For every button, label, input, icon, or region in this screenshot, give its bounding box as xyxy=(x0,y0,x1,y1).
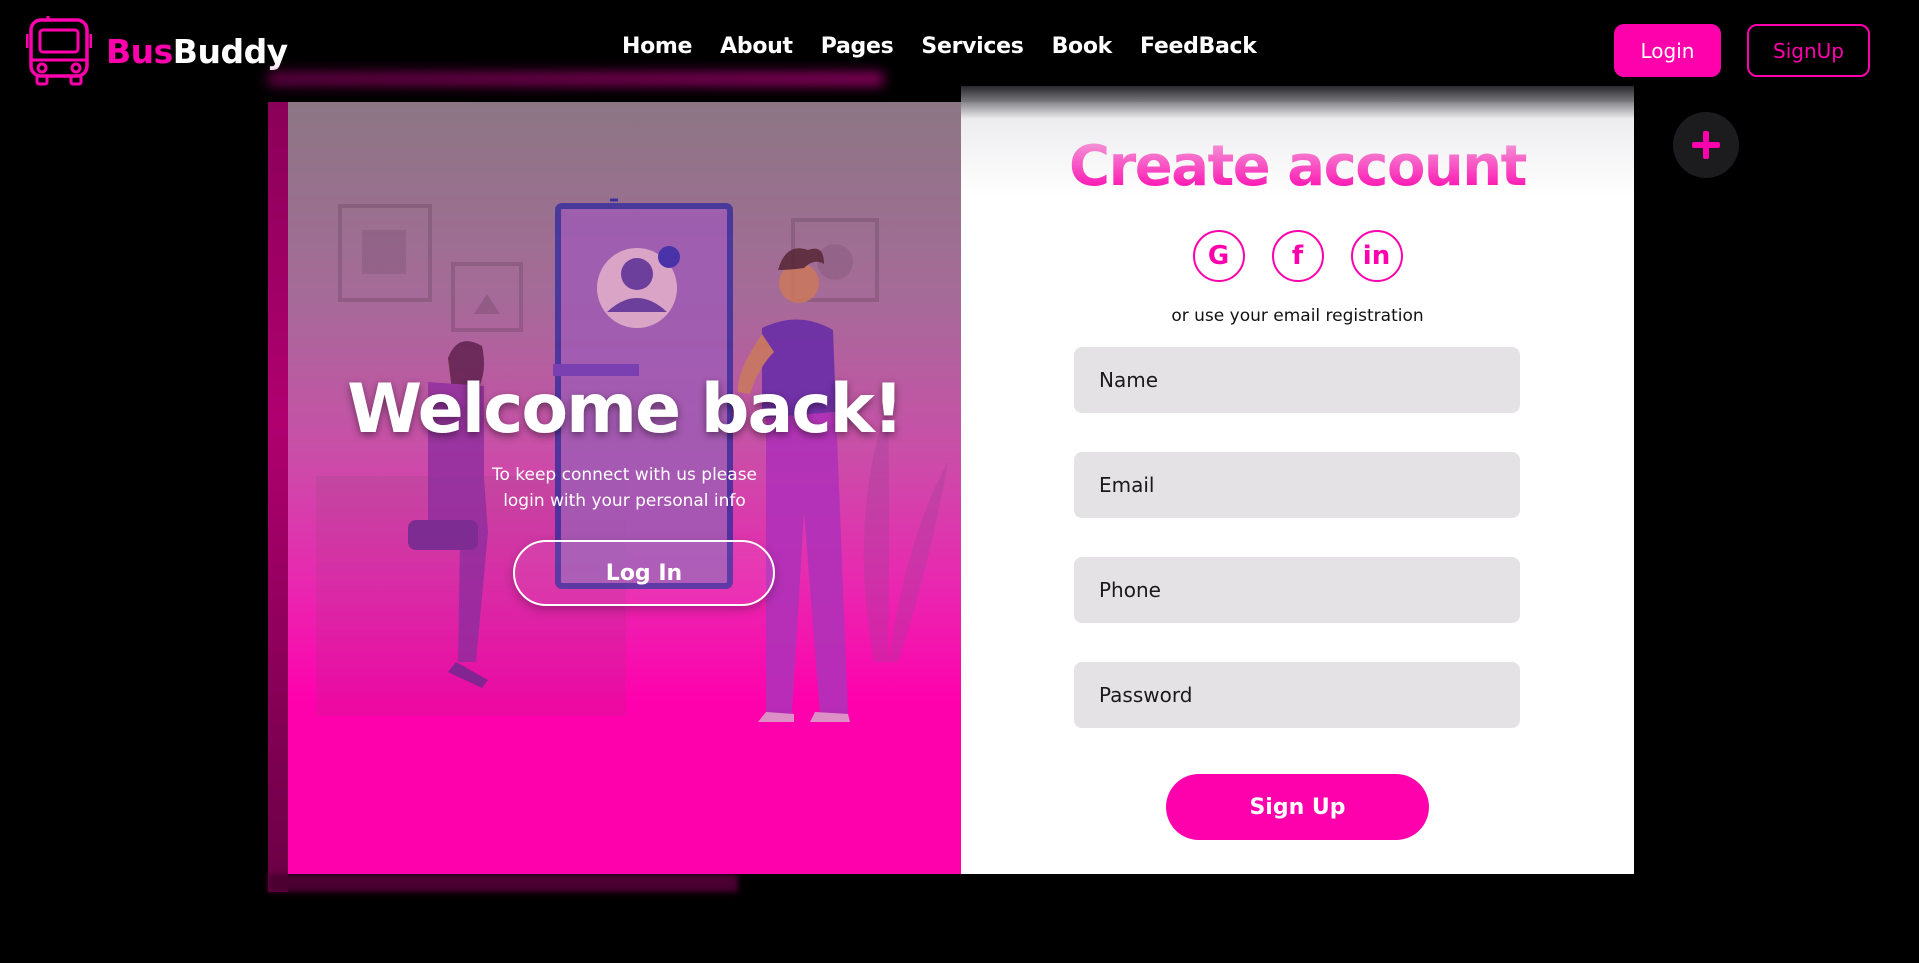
brand-logo[interactable]: BusBuddy xyxy=(26,16,288,86)
plus-icon xyxy=(1692,131,1720,159)
card-glow-top xyxy=(268,72,883,86)
facebook-icon: f xyxy=(1291,241,1304,271)
welcome-title: Welcome back! xyxy=(347,370,904,449)
nav-about[interactable]: About xyxy=(708,28,805,65)
create-account-panel: Create account G f in or use your email … xyxy=(961,102,1634,874)
brand-name-part1: Bus xyxy=(106,31,173,71)
create-account-title: Create account xyxy=(1069,134,1527,199)
signup-submit-button[interactable]: Sign Up xyxy=(1166,774,1429,840)
nav-book[interactable]: Book xyxy=(1040,28,1124,65)
nav-feedback[interactable]: FeedBack xyxy=(1128,28,1269,65)
social-login-row: G f in xyxy=(961,230,1634,282)
plus-button[interactable] xyxy=(1673,112,1739,178)
card-glow-left xyxy=(268,102,288,892)
nav-home[interactable]: Home xyxy=(610,28,704,65)
nav-signup-button[interactable]: SignUp xyxy=(1747,24,1870,77)
bus-icon xyxy=(26,16,92,86)
phone-input[interactable] xyxy=(1074,557,1520,623)
google-button[interactable]: G xyxy=(1192,230,1245,282)
card-glow-bottom xyxy=(268,874,738,892)
navbar: BusBuddy Home About Pages Services Book … xyxy=(0,0,1919,102)
welcome-subtitle: To keep connect with us please login wit… xyxy=(491,465,758,511)
nav-login-button[interactable]: Login xyxy=(1614,24,1721,77)
facebook-button[interactable]: f xyxy=(1271,230,1324,282)
brand-name: BusBuddy xyxy=(106,32,288,71)
brand-name-part2: Buddy xyxy=(172,31,288,71)
google-icon: G xyxy=(1207,241,1230,271)
nav-links: Home About Pages Services Book FeedBack xyxy=(610,28,1269,65)
name-input[interactable] xyxy=(1074,347,1520,413)
login-button[interactable]: Log In xyxy=(513,540,775,606)
password-input[interactable] xyxy=(1074,662,1520,728)
nav-pages[interactable]: Pages xyxy=(809,28,906,65)
nav-services[interactable]: Services xyxy=(909,28,1035,65)
email-input[interactable] xyxy=(1074,452,1520,518)
linkedin-icon: in xyxy=(1362,241,1391,271)
welcome-panel: Welcome back! To keep connect with us pl… xyxy=(288,102,961,874)
email-registration-hint: or use your email registration xyxy=(1171,306,1424,326)
linkedin-button[interactable]: in xyxy=(1350,230,1403,282)
